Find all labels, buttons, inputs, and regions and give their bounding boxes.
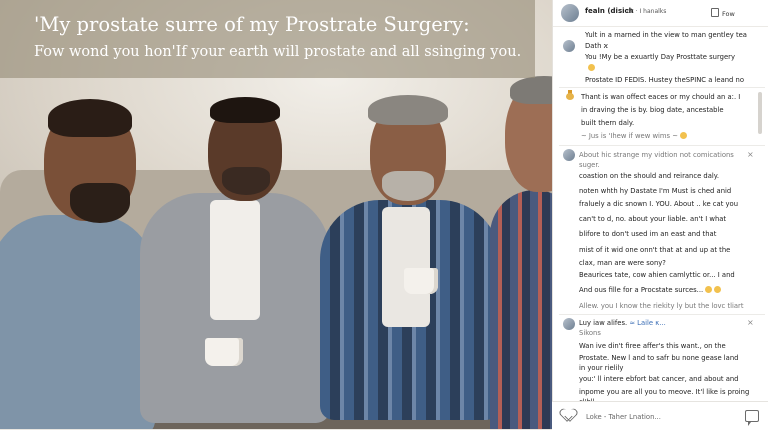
emoji-icon <box>679 132 687 139</box>
divider <box>559 87 765 88</box>
comment-line: Thant is wan offect eaces or my chould a… <box>581 93 741 101</box>
comment-line: can't to d, no. about your liable. an't … <box>579 215 727 223</box>
comment-line: coastion on the should and reirance daly… <box>579 172 719 180</box>
comment-line: in your rielily <box>579 364 624 372</box>
comment-footer <box>552 401 768 430</box>
comment-line: in draving the is by. biog date, ancesta… <box>581 106 724 114</box>
smile-emoji-icon <box>588 64 595 71</box>
comment-input[interactable] <box>586 410 736 423</box>
emoji-icon <box>714 286 722 293</box>
comment-line: Beaurices tate, cow ahien camlyttic or..… <box>579 271 735 279</box>
comment-line: built thern daly. <box>581 119 635 127</box>
comment-line: noten whth hy Dastate I'm Must is ched a… <box>579 187 732 195</box>
heart-icon[interactable] <box>562 409 576 422</box>
comment-author[interactable]: Luy iaw alifes. ≈ Laile κ... <box>579 319 666 327</box>
comment-line: Prostate. New l and to safr bu none geas… <box>579 354 739 362</box>
comment-line: Prostate ID FEDIS. Hustey theSPINC a lea… <box>585 76 744 84</box>
comment-line: mist of it wid one onn't that at and up … <box>579 246 731 254</box>
post-photo[interactable]: 'My prostate surre of my Prostrate Surge… <box>0 0 552 429</box>
chat-bubble-icon[interactable] <box>745 410 759 426</box>
comment-line: fraluely a dic snown I. YOU. About .. ke… <box>579 200 739 208</box>
divider <box>559 314 765 315</box>
follow-button[interactable]: Fow <box>711 5 751 21</box>
divider <box>559 145 765 146</box>
comment-line: inpome you are all you to meove. It'l li… <box>579 388 750 396</box>
coffee-mug-center <box>404 268 438 294</box>
comment-line: And ous fille for a Procstate surces... <box>579 286 722 294</box>
commenter-avatar-icon[interactable] <box>563 40 575 52</box>
close-icon[interactable]: × <box>747 150 754 159</box>
bookmark-icon <box>711 8 719 17</box>
comment-line: Wan ive din't firee affer's this want., … <box>579 342 726 350</box>
comment-line: suger. <box>579 161 600 169</box>
comment-meta: ~ Jus is 'Ihew if wew wims ~ <box>581 132 687 140</box>
comment-meta: Allew. you I know the riekity ly but the… <box>579 302 744 310</box>
comment-line: Yult in a marned in the view to man gent… <box>585 31 747 39</box>
medal-icon <box>565 90 575 100</box>
comment-line: you:' ll intere ebfort bat cancer, and a… <box>579 375 739 383</box>
comment-line: blifore to don't used im an east and tha… <box>579 230 717 238</box>
comment-line: You !My be a exuartly Day Prosttate surg… <box>585 53 735 61</box>
user-avatar-icon[interactable] <box>561 4 579 22</box>
comment-line: About hic strange my vidtion not comicat… <box>579 151 734 159</box>
comment-author-sub: Sikons <box>579 329 601 337</box>
commenter-avatar-icon[interactable] <box>563 318 575 330</box>
comments-panel: fealn (disich ck · I hanalks Fow Yult in… <box>552 0 768 429</box>
emoji-icon <box>705 286 713 293</box>
post-subtitle: Fow wond you hon'If your earth will pros… <box>34 44 522 60</box>
author-meta: ck · I hanalks <box>627 8 667 15</box>
coffee-mug-left <box>205 338 243 366</box>
post-header: fealn (disich ck · I hanalks Fow <box>553 0 768 27</box>
commenter-avatar-icon[interactable] <box>563 149 575 161</box>
comments-scrollbar[interactable] <box>758 92 762 134</box>
comment-line: Dath ϰ <box>585 42 609 50</box>
close-icon[interactable]: × <box>747 318 754 327</box>
title-overlay <box>0 0 535 78</box>
post-title: 'My prostate surre of my Prostrate Surge… <box>34 13 470 36</box>
comment-line: clax, man are were sony? <box>579 259 666 267</box>
